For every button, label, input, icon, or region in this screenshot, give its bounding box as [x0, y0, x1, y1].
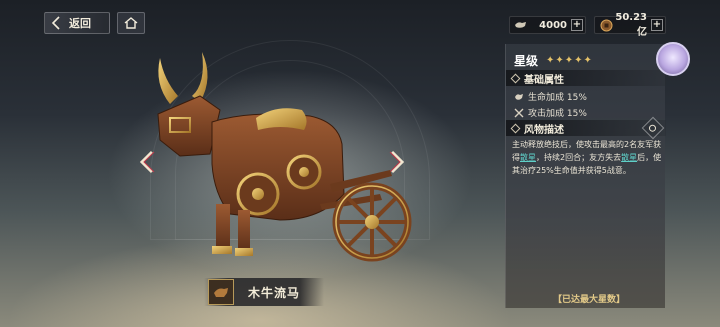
back-button[interactable]: 返回 [44, 12, 110, 34]
resource-ox-token: 4000 + [509, 16, 586, 34]
basic-attributes-header: 基础属性 [506, 70, 666, 86]
basic-attributes-title: 基础属性 [524, 74, 564, 86]
back-label: 返回 [69, 17, 91, 30]
home-icon [124, 17, 138, 29]
attribute-hp-text: 生命加成 15% [528, 93, 587, 103]
description-title: 风物描述 [524, 124, 564, 136]
diamond-icon [510, 73, 521, 83]
hp-icon [515, 93, 523, 100]
description-part: ，持续2回合；友方失去 [536, 153, 622, 162]
add-coin-button[interactable]: + [651, 19, 663, 31]
star-rating: ✦✦✦✦✦ [546, 55, 593, 66]
add-ox-token-button[interactable]: + [571, 19, 583, 31]
magnifier-icon [649, 124, 656, 131]
attribute-attack-text: 攻击加成 15% [528, 109, 587, 119]
coin-icon [597, 17, 615, 33]
diamond-icon [510, 123, 521, 133]
ox-token-icon [512, 17, 530, 33]
home-button[interactable] [117, 12, 145, 34]
info-panel: 星级 ✦✦✦✦✦ 基础属性 生命加成 15% 攻击加成 15% 风物描述 主动释… [505, 44, 666, 308]
keyword-link-sanxing[interactable]: 散星 [621, 153, 637, 162]
item-thumbnail-icon [208, 279, 234, 305]
attribute-hp: 生命加成 15% [514, 90, 587, 103]
avatar[interactable] [656, 42, 690, 76]
wooden-ox-illustration [157, 52, 412, 262]
attribute-attack: 攻击加成 15% [514, 106, 587, 119]
keyword-link-sanxing[interactable]: 散星 [520, 153, 536, 162]
max-stars-status: 【已达最大星数】 [552, 294, 625, 305]
star-level-label: 星级 [514, 54, 539, 68]
description-text: 主动释放绝技后，使攻击最高的2名友军获得散星，持续2回合；友方失去散星后，使其治… [512, 138, 662, 177]
star-level-row: 星级 ✦✦✦✦✦ [514, 52, 593, 69]
item-name: 木牛流马 [248, 285, 301, 300]
back-arrow-icon [51, 16, 60, 30]
resource-ox-token-value: 4000 [539, 19, 567, 31]
resource-coin: 50.23亿 + [594, 12, 666, 38]
attack-icon [514, 108, 524, 117]
item-nameplate: 木牛流马 [204, 278, 324, 306]
resource-coin-value: 50.23亿 [615, 12, 647, 38]
